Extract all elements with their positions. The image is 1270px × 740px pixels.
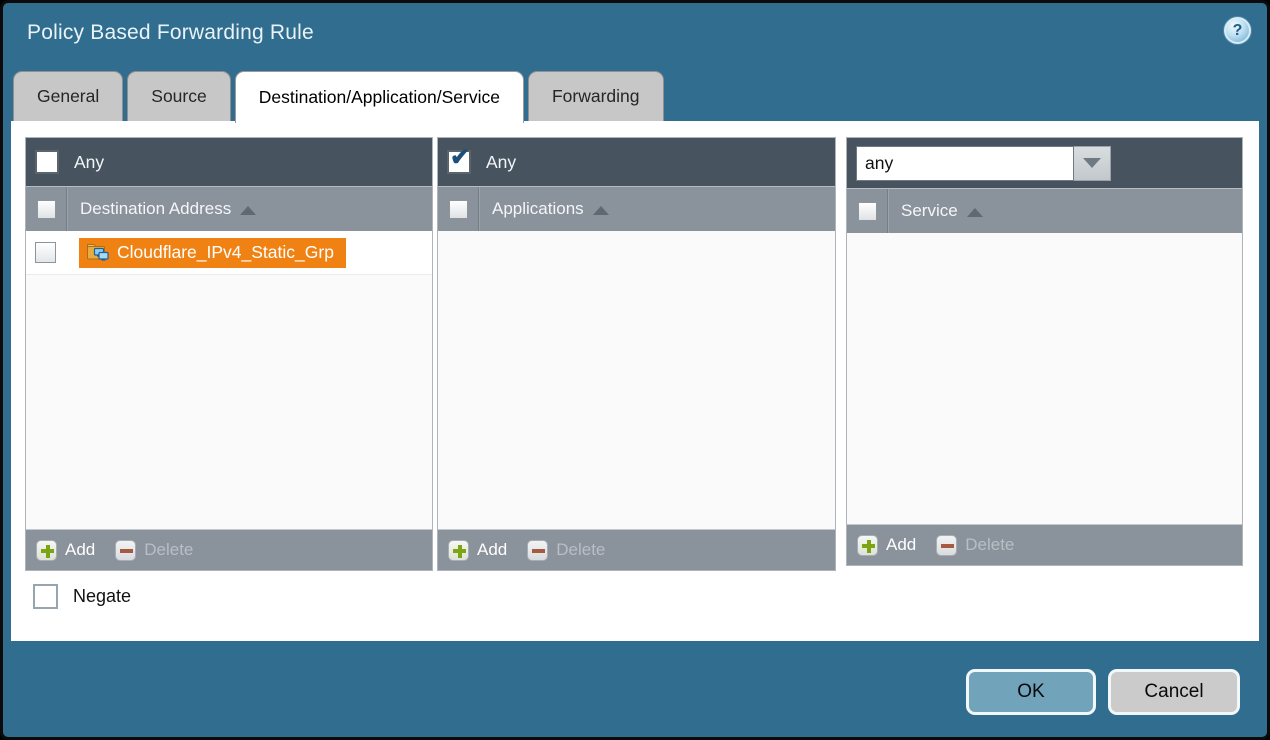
- service-select-all-checkbox[interactable]: [858, 202, 877, 221]
- destination-any-bar: Any: [26, 138, 432, 186]
- service-dropdown-bar: any: [847, 138, 1242, 188]
- applications-any-bar: Any: [438, 138, 835, 186]
- sort-ascending-icon: [240, 206, 256, 215]
- applications-select-all-cell: [438, 187, 479, 231]
- destination-address-column-header[interactable]: Destination Address: [67, 187, 256, 231]
- applications-column-header[interactable]: Applications: [479, 187, 609, 231]
- cancel-button[interactable]: Cancel: [1108, 669, 1240, 715]
- add-plus-icon: [448, 540, 469, 561]
- tab-destination-application-service[interactable]: Destination/Application/Service: [235, 71, 524, 123]
- service-add-label: Add: [886, 535, 916, 555]
- add-plus-icon: [857, 535, 878, 556]
- applications-header-row: Applications: [438, 186, 835, 231]
- add-plus-icon: [36, 540, 57, 561]
- destination-add-label: Add: [65, 540, 95, 560]
- applications-select-all-checkbox[interactable]: [449, 200, 468, 219]
- service-delete-button[interactable]: Delete: [936, 535, 1014, 556]
- destination-any-label: Any: [74, 152, 104, 173]
- chevron-down-icon: [1083, 158, 1101, 168]
- delete-minus-icon: [527, 540, 548, 561]
- ok-button[interactable]: OK: [966, 669, 1096, 715]
- destination-footer-bar: Add Delete: [26, 529, 432, 570]
- service-column-header[interactable]: Service: [888, 189, 983, 233]
- tab-general[interactable]: General: [13, 71, 123, 121]
- destination-address-column: Any Destination Address: [25, 137, 433, 571]
- service-type-value[interactable]: any: [856, 146, 1074, 181]
- dialog-frame: Policy Based Forwarding Rule ? General S…: [0, 0, 1270, 740]
- negate-label: Negate: [73, 586, 131, 607]
- service-column: any Service: [846, 137, 1243, 566]
- tab-forwarding[interactable]: Forwarding: [528, 71, 664, 121]
- applications-list: [438, 231, 835, 529]
- applications-any-checkbox[interactable]: [447, 150, 471, 174]
- applications-delete-button[interactable]: Delete: [527, 540, 605, 561]
- list-item: Cloudflare_IPv4_Static_Grp: [26, 231, 432, 275]
- service-select-all-cell: [847, 189, 888, 233]
- negate-row: Negate: [33, 584, 131, 609]
- sort-ascending-icon: [593, 206, 609, 215]
- destination-any-checkbox[interactable]: [35, 150, 59, 174]
- destination-select-all-cell: [26, 187, 67, 231]
- applications-column: Any Applications Add: [437, 137, 836, 571]
- destination-address-list: Cloudflare_IPv4_Static_Grp: [26, 231, 432, 529]
- sort-ascending-icon: [967, 208, 983, 217]
- service-list: [847, 233, 1242, 524]
- tab-bar: General Source Destination/Application/S…: [13, 71, 668, 123]
- service-delete-label: Delete: [965, 535, 1014, 555]
- destination-item-label: Cloudflare_IPv4_Static_Grp: [117, 242, 334, 263]
- destination-select-all-checkbox[interactable]: [37, 200, 56, 219]
- applications-footer-bar: Add Delete: [438, 529, 835, 570]
- applications-add-button[interactable]: Add: [448, 540, 507, 561]
- help-icon[interactable]: ?: [1224, 17, 1251, 44]
- destination-add-button[interactable]: Add: [36, 540, 95, 561]
- tab-source[interactable]: Source: [127, 71, 230, 121]
- tab-content-panel: Any Destination Address: [11, 121, 1259, 641]
- destination-address-header-row: Destination Address: [26, 186, 432, 231]
- delete-minus-icon: [115, 540, 136, 561]
- dialog-title: Policy Based Forwarding Rule: [27, 21, 314, 45]
- service-dropdown-button[interactable]: [1074, 146, 1111, 181]
- applications-add-label: Add: [477, 540, 507, 560]
- destination-delete-label: Delete: [144, 540, 193, 560]
- destination-address-header-label: Destination Address: [80, 199, 231, 219]
- destination-item-checkbox[interactable]: [35, 242, 56, 263]
- applications-any-label: Any: [486, 152, 516, 173]
- service-footer-bar: Add Delete: [847, 524, 1242, 565]
- negate-checkbox[interactable]: [33, 584, 58, 609]
- address-group-icon: [86, 242, 109, 262]
- destination-delete-button[interactable]: Delete: [115, 540, 193, 561]
- service-header-row: Service: [847, 188, 1242, 233]
- destination-item-selected[interactable]: Cloudflare_IPv4_Static_Grp: [79, 238, 346, 268]
- service-type-dropdown[interactable]: any: [856, 146, 1111, 181]
- delete-minus-icon: [936, 535, 957, 556]
- service-header-label: Service: [901, 201, 958, 221]
- applications-header-label: Applications: [492, 199, 584, 219]
- applications-delete-label: Delete: [556, 540, 605, 560]
- service-add-button[interactable]: Add: [857, 535, 916, 556]
- pbf-rule-dialog: Policy Based Forwarding Rule ? General S…: [0, 0, 1270, 740]
